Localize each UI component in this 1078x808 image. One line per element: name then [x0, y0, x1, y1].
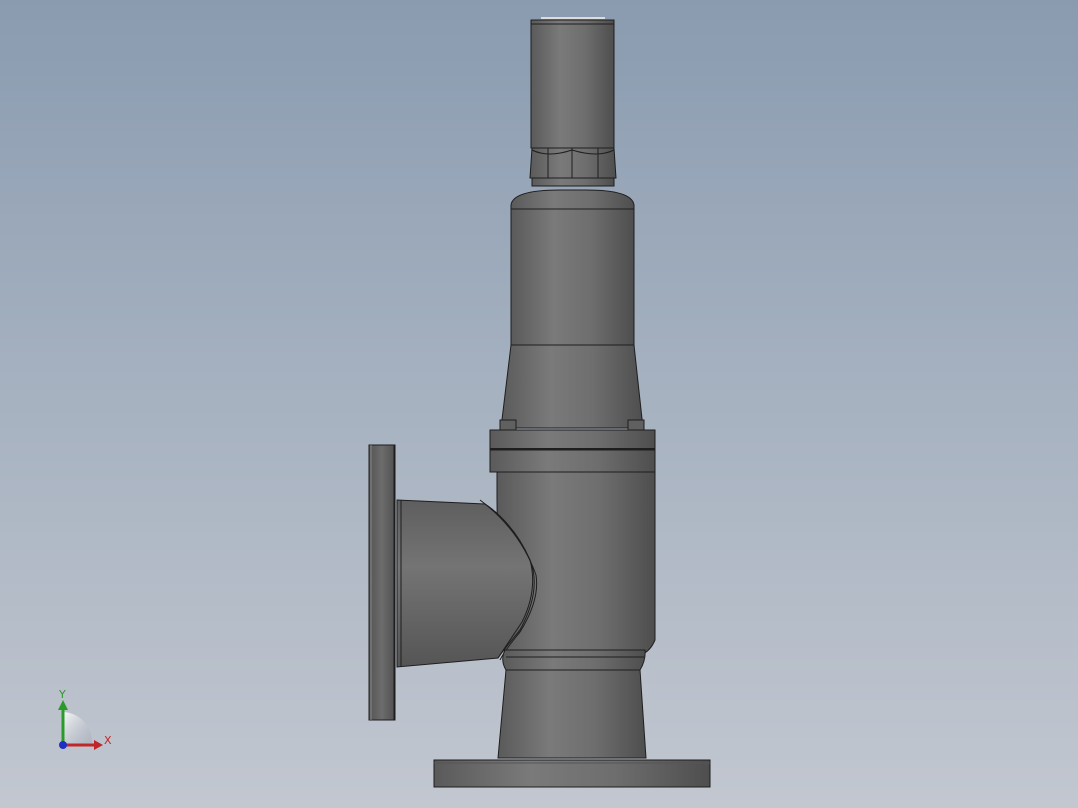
z-axis-dot [59, 741, 67, 749]
bonnet-flange[interactable] [489, 429, 656, 451]
x-axis-label: X [104, 734, 112, 747]
bonnet-taper[interactable] [500, 344, 644, 429]
top-cap[interactable] [530, 19, 615, 149]
bonnet-upper[interactable] [510, 189, 635, 346]
model-canvas[interactable]: Y X [0, 0, 1078, 808]
hex-nut[interactable] [529, 147, 617, 187]
outlet-taper[interactable] [497, 669, 647, 759]
y-axis-arrow [58, 700, 68, 710]
graphics-viewport[interactable]: Y X [0, 0, 1078, 808]
body-lower-ring[interactable] [502, 649, 646, 671]
bottom-flange[interactable] [433, 759, 711, 788]
axis-triad: Y X [58, 688, 112, 750]
safety-valve-model[interactable] [368, 17, 711, 788]
y-axis-label: Y [58, 688, 66, 701]
side-flange[interactable] [368, 444, 396, 721]
x-axis-arrow [94, 740, 103, 750]
